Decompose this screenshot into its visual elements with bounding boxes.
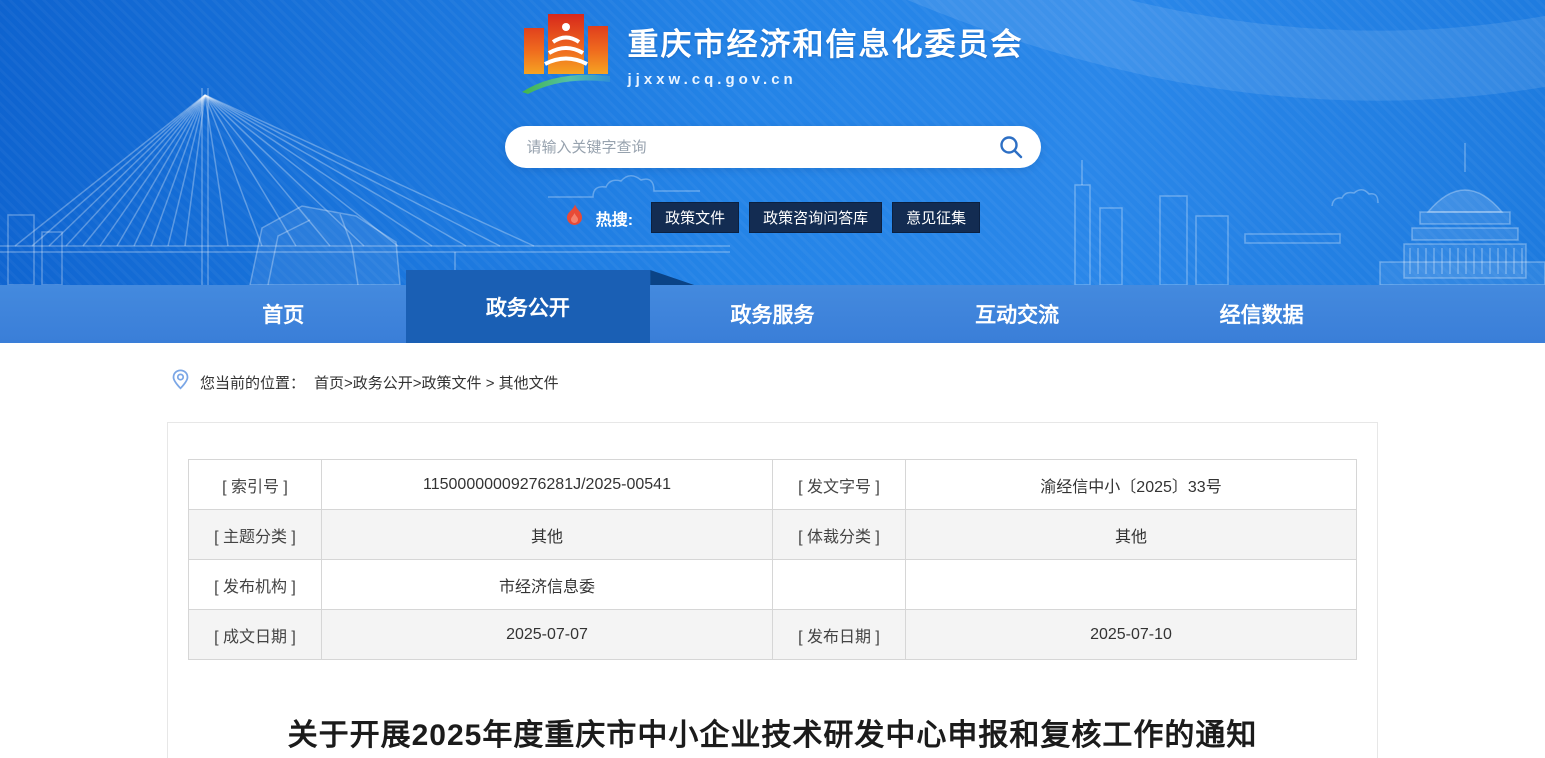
meta-value-index-no: 11500000009276281J/2025-00541: [321, 459, 773, 510]
flame-icon: [565, 204, 584, 232]
site-url: jjxxw.cq.gov.cn: [627, 70, 797, 88]
meta-value-written-date: 2025-07-07: [321, 609, 773, 660]
table-row: [ 索引号 ] 11500000009276281J/2025-00541 [ …: [188, 459, 1357, 510]
meta-value-publish-date: 2025-07-10: [905, 609, 1357, 660]
search-bar: [504, 126, 1041, 168]
hot-search-bar: 热搜: 政策文件 政策咨询问答库 意见征集: [0, 202, 1545, 233]
meta-label-written-date: [ 成文日期 ]: [188, 609, 322, 660]
table-row: [ 主题分类 ] 其他 [ 体裁分类 ] 其他: [188, 509, 1357, 560]
document-card: [ 索引号 ] 11500000009276281J/2025-00541 [ …: [167, 422, 1378, 758]
nav-item-gov-disclosure[interactable]: 政务公开: [405, 270, 651, 343]
meta-label-topic-class: [ 主题分类 ]: [188, 509, 322, 560]
nav-item-gov-services[interactable]: 政务服务: [650, 285, 895, 343]
hot-tag-policy-qa[interactable]: 政策咨询问答库: [749, 202, 883, 233]
table-row: [ 发布机构 ] 市经济信息委: [188, 559, 1357, 610]
hot-tag-opinions[interactable]: 意见征集: [892, 202, 981, 233]
table-row: [ 成文日期 ] 2025-07-07 [ 发布日期 ] 2025-07-10: [188, 609, 1357, 660]
site-title: 重庆市经济和信息化委员会: [627, 26, 1024, 62]
nav-item-industry-data[interactable]: 经信数据: [1139, 285, 1384, 343]
meta-value-topic-class: 其他: [321, 509, 773, 560]
meta-value-genre-class: 其他: [905, 509, 1357, 560]
hot-tag-policy-files[interactable]: 政策文件: [651, 202, 740, 233]
article-title: 关于开展2025年度重庆市中小企业技术研发中心申报和复核工作的通知: [287, 719, 1258, 752]
site-header: 重庆市经济和信息化委员会 jjxxw.cq.gov.cn 热搜: 政策文件 政策…: [0, 0, 1545, 343]
document-meta-table: [ 索引号 ] 11500000009276281J/2025-00541 [ …: [188, 459, 1357, 660]
meta-label-genre-class: [ 体裁分类 ]: [772, 509, 906, 560]
emblem-icon: [521, 12, 610, 94]
breadcrumb-label: 您当前的位置：: [200, 374, 306, 392]
meta-label-publisher: [ 发布机构 ]: [188, 559, 322, 610]
meta-value-publisher: 市经济信息委: [321, 559, 773, 610]
meta-label-publish-date: [ 发布日期 ]: [772, 609, 906, 660]
meta-value-doc-no: 渝经信中小〔2025〕33号: [905, 459, 1357, 510]
main-nav: 首页 政务公开 政务服务 互动交流 经信数据: [0, 270, 1545, 343]
meta-label-doc-no: [ 发文字号 ]: [772, 459, 906, 510]
breadcrumb: 您当前的位置： 首页>政务公开>政策文件 > 其他文件: [170, 368, 1545, 396]
site-logo[interactable]: 重庆市经济和信息化委员会 jjxxw.cq.gov.cn: [0, 12, 1545, 94]
hot-search-label: 热搜:: [595, 211, 634, 229]
meta-label-empty: [772, 559, 906, 610]
search-input[interactable]: [526, 138, 997, 156]
location-pin-icon: [170, 368, 191, 396]
nav-item-home[interactable]: 首页: [161, 285, 406, 343]
breadcrumb-path[interactable]: 首页>政务公开>政策文件 > 其他文件: [314, 372, 559, 393]
nav-item-interaction[interactable]: 互动交流: [895, 285, 1140, 343]
meta-label-index-no: [ 索引号 ]: [188, 459, 322, 510]
search-icon[interactable]: [997, 133, 1025, 161]
meta-value-empty: [905, 559, 1357, 610]
